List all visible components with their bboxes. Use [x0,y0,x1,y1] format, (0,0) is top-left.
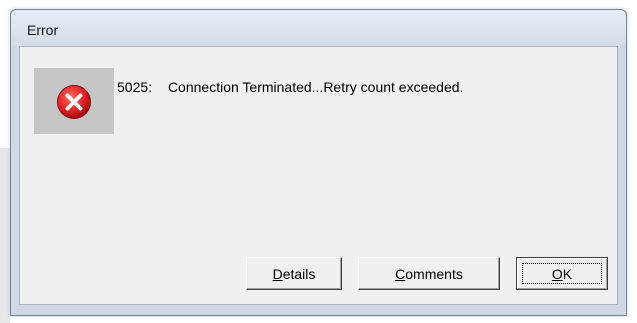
details-label: etails [282,265,316,282]
background-window-edge [0,148,10,323]
error-icon [57,85,91,119]
icon-panel [34,68,114,134]
error-text: Connection Terminated...Retry count exce… [167,79,464,95]
error-dialog: Error 5025: Connection Terminated...Retr… [10,9,627,316]
comments-button[interactable]: Comments [358,257,500,290]
details-accelerator: D [272,265,283,282]
window-title: Error [27,22,59,38]
title-bar[interactable]: Error [11,10,626,46]
error-message: 5025: Connection Terminated...Retry coun… [117,79,463,95]
ok-button[interactable]: OK [516,257,608,290]
details-button[interactable]: Details [246,257,342,290]
comments-label: omments [405,265,463,282]
error-code: 5025: [117,79,153,95]
focus-rectangle [522,263,602,284]
comments-accelerator: C [395,265,406,282]
dialog-body: 5025: Connection Terminated...Retry coun… [19,46,618,305]
